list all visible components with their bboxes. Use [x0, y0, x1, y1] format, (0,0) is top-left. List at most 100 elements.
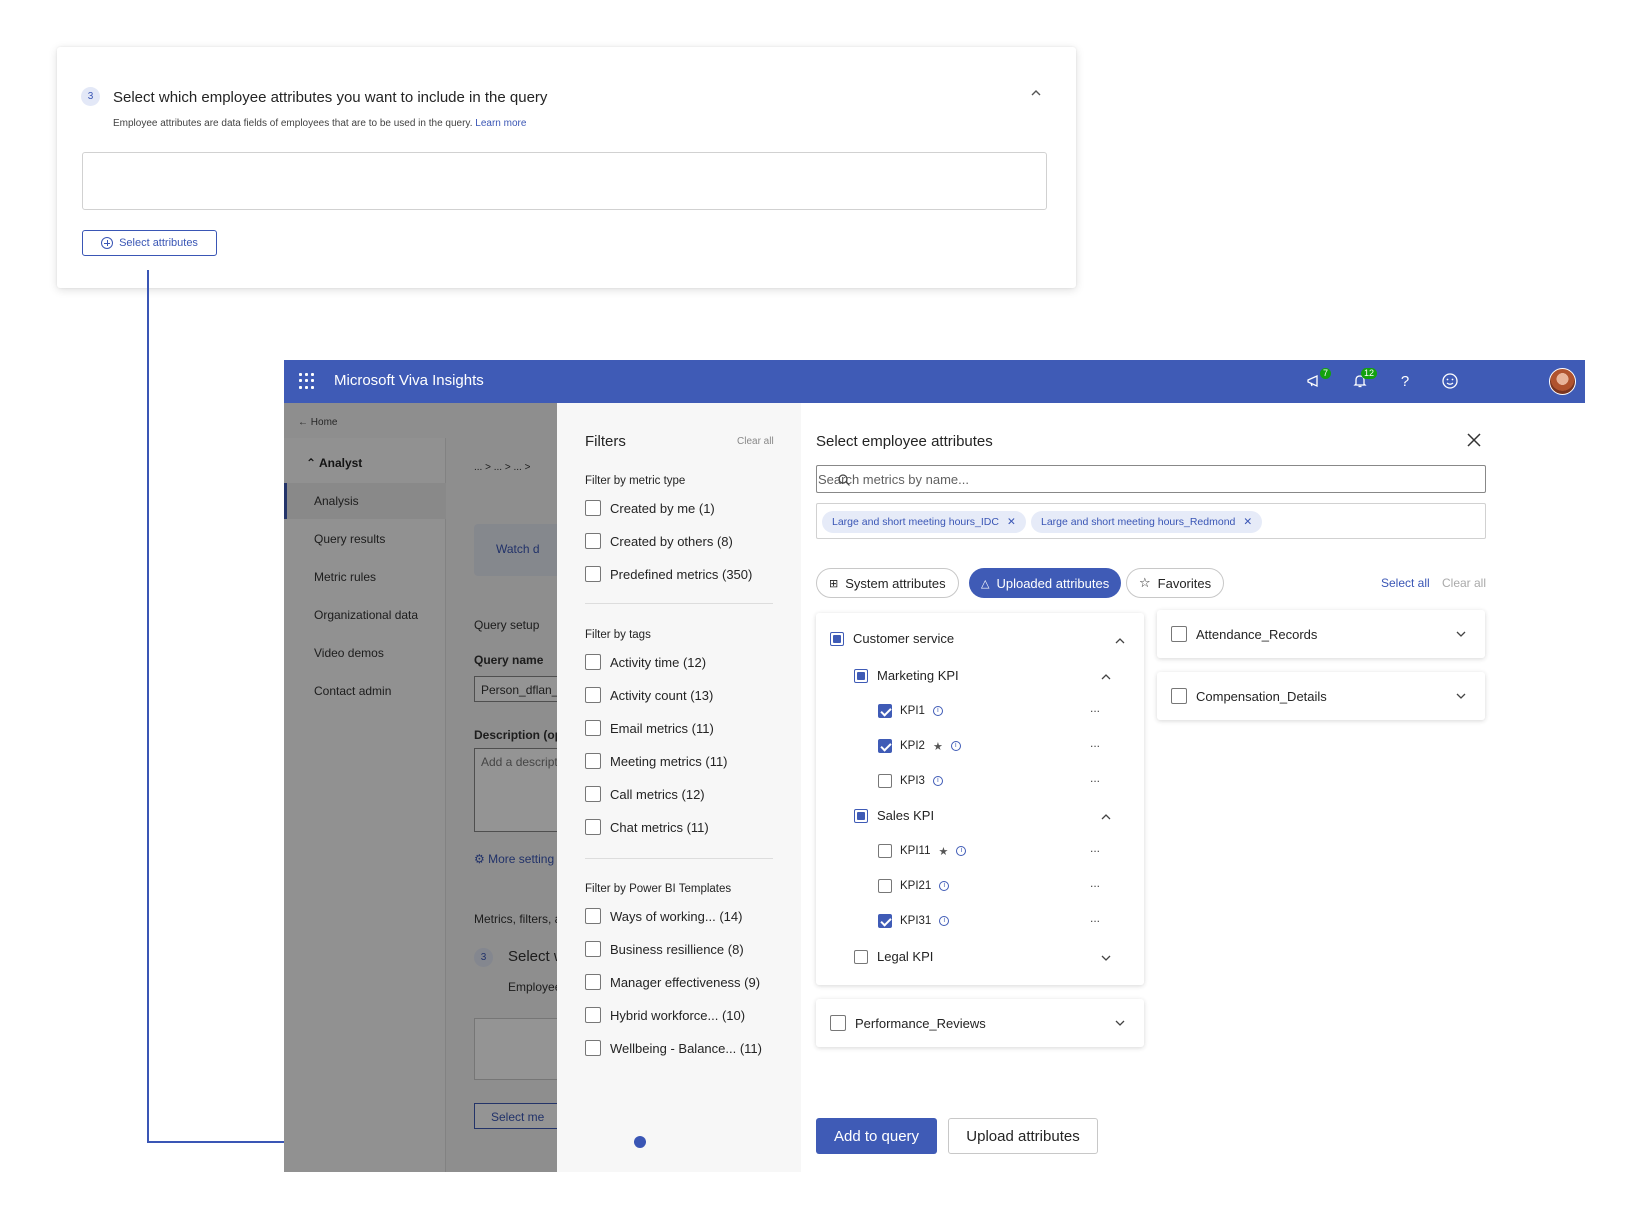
chip-remove-icon[interactable]: ✕	[1243, 516, 1252, 528]
help-icon[interactable]: ?	[1395, 372, 1415, 392]
add-to-query-button[interactable]: Add to query	[816, 1118, 937, 1154]
chevron-down-icon[interactable]	[1455, 690, 1467, 702]
tab-system-attributes[interactable]: ⊞ System attributes	[816, 568, 959, 598]
customer-service-card: Customer service Marketing KPI KPI1 i ...…	[816, 613, 1144, 985]
metric-type-heading: Filter by metric type	[585, 475, 686, 487]
chevron-up-icon[interactable]	[1114, 635, 1126, 647]
info-icon: i	[950, 741, 961, 751]
more-options-icon[interactable]: ...	[1090, 911, 1100, 925]
checkbox-checked	[878, 739, 892, 753]
filters-title: Filters	[585, 433, 626, 450]
customer-service-row[interactable]: Customer service	[830, 631, 954, 646]
star-outline-icon: ☆	[1139, 575, 1151, 590]
checkbox-partial	[854, 668, 868, 683]
more-options-icon[interactable]: ...	[1090, 736, 1100, 750]
learn-more-link[interactable]: Learn more	[475, 118, 526, 129]
select-all-link[interactable]: Select all	[1381, 576, 1430, 590]
compensation-details-card: Compensation_Details	[1157, 672, 1485, 720]
add-circle-icon	[101, 237, 114, 249]
app-header: Microsoft Viva Insights 7 12 ?	[284, 360, 1585, 403]
chevron-down-icon[interactable]	[1455, 628, 1467, 640]
kpi-row[interactable]: KPI31 i	[878, 914, 950, 928]
chevron-down-icon[interactable]	[1114, 1017, 1126, 1029]
tab-favorites[interactable]: ☆ Favorites	[1126, 568, 1225, 598]
close-icon[interactable]	[1465, 431, 1483, 449]
filter-wellbeing-balance[interactable]: Wellbeing - Balance... (11)	[585, 1040, 762, 1056]
more-options-icon[interactable]: ...	[1090, 876, 1100, 890]
search-icon	[838, 474, 850, 486]
app-title: Microsoft Viva Insights	[334, 372, 484, 389]
compensation-details-row[interactable]: Compensation_Details	[1171, 688, 1327, 704]
kpi-row[interactable]: KPI11 ★ i	[878, 844, 967, 858]
chevron-up-icon[interactable]	[1100, 671, 1112, 683]
more-options-icon[interactable]: ...	[1090, 841, 1100, 855]
feedback-smiley-icon[interactable]	[1440, 372, 1460, 392]
kpi-row[interactable]: KPI2 ★ i	[878, 739, 961, 753]
checkbox	[585, 908, 601, 924]
tags-heading: Filter by tags	[585, 629, 651, 641]
filter-call-metrics[interactable]: Call metrics (12)	[585, 786, 705, 802]
avatar[interactable]	[1549, 368, 1576, 395]
upload-icon: △	[981, 577, 990, 590]
info-icon: i	[939, 916, 950, 926]
filter-meeting-metrics[interactable]: Meeting metrics (11)	[585, 753, 728, 769]
select-attributes-button[interactable]: Select attributes	[82, 230, 217, 256]
filter-predefined-metrics[interactable]: Predefined metrics (350)	[585, 566, 752, 582]
checkbox	[585, 720, 601, 736]
filter-email-metrics[interactable]: Email metrics (11)	[585, 720, 714, 736]
app-launcher-icon[interactable]	[299, 373, 315, 389]
star-icon: ★	[938, 845, 949, 858]
performance-reviews-row[interactable]: Performance_Reviews	[830, 1015, 986, 1031]
filter-chat-metrics[interactable]: Chat metrics (11)	[585, 819, 709, 835]
checkbox	[854, 949, 868, 964]
panel-title: Select employee attributes	[816, 433, 993, 450]
checkbox	[878, 844, 892, 858]
megaphone-icon[interactable]: 7	[1304, 368, 1331, 392]
more-options-icon[interactable]: ...	[1090, 701, 1100, 715]
more-options-icon[interactable]: ...	[1090, 771, 1100, 785]
filter-created-by-me[interactable]: Created by me (1)	[585, 500, 715, 516]
legal-kpi-row[interactable]: Legal KPI	[854, 949, 933, 964]
clear-all-link[interactable]: Clear all	[1442, 576, 1486, 590]
filter-activity-count[interactable]: Activity count (13)	[585, 687, 713, 703]
checkbox	[1171, 626, 1187, 642]
filter-activity-time[interactable]: Activity time (12)	[585, 654, 706, 670]
kpi-row[interactable]: KPI3 i	[878, 774, 943, 788]
filter-manager-effectiveness[interactable]: Manager effectiveness (9)	[585, 974, 760, 990]
chip-remove-icon[interactable]: ✕	[1007, 516, 1016, 528]
divider	[585, 603, 773, 604]
bell-icon[interactable]: 12	[1350, 368, 1377, 392]
checkbox	[1171, 688, 1187, 704]
filter-hybrid-workforce[interactable]: Hybrid workforce... (10)	[585, 1007, 745, 1023]
tab-uploaded-attributes[interactable]: △ Uploaded attributes	[969, 568, 1122, 598]
star-icon: ★	[932, 740, 943, 753]
info-icon: i	[939, 881, 950, 891]
bell-badge: 12	[1360, 368, 1377, 379]
select-attributes-panel: Select employee attributes Search metric…	[801, 403, 1585, 1172]
filter-ways-of-working[interactable]: Ways of working... (14)	[585, 908, 742, 924]
selected-chip[interactable]: Large and short meeting hours_Redmond ✕	[1031, 511, 1263, 533]
attendance-records-row[interactable]: Attendance_Records	[1171, 626, 1317, 642]
checkbox	[585, 566, 601, 582]
chevron-up-icon[interactable]	[1100, 811, 1112, 823]
info-icon: i	[932, 706, 943, 716]
filter-created-by-others[interactable]: Created by others (8)	[585, 533, 733, 549]
selected-chip[interactable]: Large and short meeting hours_IDC ✕	[822, 511, 1026, 533]
kpi-row[interactable]: KPI1 i	[878, 704, 943, 718]
marketing-kpi-row[interactable]: Marketing KPI	[854, 668, 959, 683]
checkbox-partial	[830, 631, 844, 646]
checkbox	[585, 654, 601, 670]
kpi-row[interactable]: KPI21 i	[878, 879, 950, 893]
filters-clear-all[interactable]: Clear all	[737, 436, 774, 447]
sales-kpi-row[interactable]: Sales KPI	[854, 808, 934, 823]
info-icon: i	[932, 776, 943, 786]
checkbox	[585, 753, 601, 769]
selected-chips-box: Large and short meeting hours_IDC ✕ Large…	[816, 503, 1486, 539]
filter-business-resillience[interactable]: Business resillience (8)	[585, 941, 744, 957]
chevron-down-icon[interactable]	[1100, 952, 1112, 964]
step-subtitle: Employee attributes are data fields of e…	[113, 118, 526, 129]
step-subtitle-text: Employee attributes are data fields of e…	[113, 118, 473, 129]
search-input[interactable]: Search metrics by name...	[816, 465, 1486, 493]
upload-attributes-button[interactable]: Upload attributes	[948, 1118, 1098, 1154]
collapse-chevron-icon[interactable]	[1028, 85, 1044, 101]
